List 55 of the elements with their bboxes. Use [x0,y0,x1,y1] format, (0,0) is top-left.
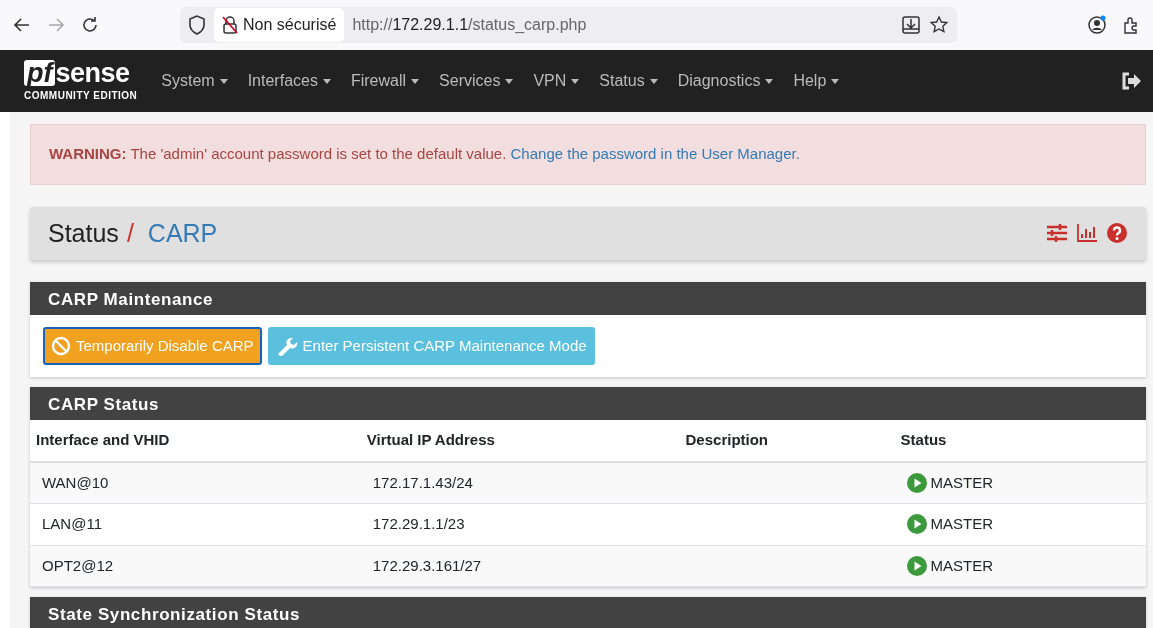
menu-item[interactable]: Firewall [340,61,430,101]
breadcrumb-separator: / [126,218,134,248]
status-text: MASTER [930,514,994,534]
column-header: Virtual IP Address [360,420,680,462]
help-icon[interactable] [1106,222,1128,244]
bar-chart-icon[interactable] [1076,223,1098,243]
play-icon [906,555,927,576]
menu-item[interactable]: System [151,61,238,101]
breadcrumb-section[interactable]: Status [48,218,119,248]
menu-item[interactable]: Diagnostics [667,61,784,101]
caret-icon [411,78,420,84]
logo-text: sense [55,59,130,86]
panel-heading: CARP Maintenance [30,281,1146,315]
table-cell: 172.17.1.43/24 [360,461,680,504]
star-icon[interactable] [929,15,949,35]
change-password-link[interactable]: Change the password in the User Manager. [510,145,800,162]
download-icon[interactable] [901,15,921,35]
play-icon [906,472,927,493]
caret-icon [505,78,514,84]
column-header: Description [679,420,895,462]
logo-tagline: COMMUNITY EDITION [24,88,138,103]
account-icon [1087,15,1107,35]
panel-heading: State Synchronization Status [30,597,1146,628]
lock-icon [222,16,238,34]
url-field[interactable]: http://172.29.1.1/status_carp.php [352,13,587,37]
menu-item[interactable]: Interfaces [237,61,341,101]
menu-item[interactable]: Services [429,61,524,101]
status-text: MASTER [930,555,994,576]
table-cell: 172.29.1.1/23 [360,503,680,545]
menu-item[interactable]: Help [783,61,850,101]
prohibited-icon [51,335,71,356]
column-header: Status [894,420,1146,462]
security-label[interactable]: Non sécurisé [214,8,345,42]
logout-icon[interactable] [1121,72,1141,90]
table-cell: OPT2@12 [30,545,361,587]
table-cell: 172.29.3.161/27 [360,545,680,587]
menu-item[interactable]: VPN [523,61,590,101]
shield-icon [188,15,206,35]
caret-icon [571,78,580,84]
caret-icon [219,78,228,84]
play-icon [906,514,927,535]
alert-message: WARNING: The 'admin' account password is set to the default value. [49,145,507,162]
table-cell: LAN@11 [30,503,361,545]
caret-icon [322,78,331,84]
logo-mark: pf [24,59,56,86]
panel-heading: CARP Status [30,387,1146,420]
caret-icon [831,78,840,84]
caret-icon [649,78,658,84]
caret-icon [765,78,774,84]
sliders-icon[interactable] [1046,223,1068,243]
column-header: Interface and VHID [30,420,361,462]
menu-item[interactable]: Status [589,61,668,101]
status-text: MASTER [930,472,994,493]
reload-icon [80,15,100,35]
table-cell: WAN@10 [30,461,361,504]
